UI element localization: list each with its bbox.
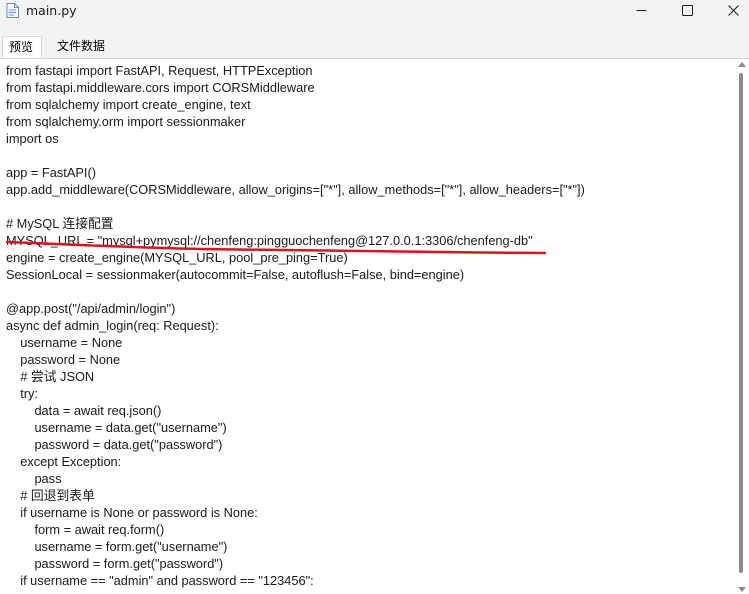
code-line: username = data.get("username") bbox=[6, 420, 227, 435]
tab-bar: 预览 文件数据 bbox=[0, 36, 749, 59]
code-line: username = form.get("username") bbox=[6, 539, 228, 554]
maximize-icon bbox=[681, 4, 693, 16]
code-line: from sqlalchemy import create_engine, te… bbox=[6, 97, 251, 112]
maximize-button[interactable] bbox=[664, 0, 710, 20]
code-line: app = FastAPI() bbox=[6, 165, 96, 180]
notepad-window: main.py 预览 文件数据 from fastapi import Fast… bbox=[0, 0, 749, 594]
code-line: # MySQL 连接配置 bbox=[6, 216, 114, 231]
vertical-scrollbar[interactable] bbox=[734, 59, 749, 594]
scroll-down-arrow-icon[interactable] bbox=[738, 587, 746, 592]
code-line: username = None bbox=[6, 335, 123, 350]
scrollbar-thumb[interactable] bbox=[739, 73, 743, 573]
code-line: import os bbox=[6, 131, 59, 146]
code-line: app.add_middleware(CORSMiddleware, allow… bbox=[6, 182, 585, 197]
code-line: @app.post("/api/admin/login") bbox=[6, 301, 176, 316]
code-line: SessionLocal = sessionmaker(autocommit=F… bbox=[6, 267, 465, 282]
code-viewer[interactable]: from fastapi import FastAPI, Request, HT… bbox=[0, 58, 749, 594]
code-line: engine = create_engine(MYSQL_URL, pool_p… bbox=[6, 250, 348, 265]
minimize-icon bbox=[636, 9, 646, 11]
code-line: from fastapi import FastAPI, Request, HT… bbox=[6, 63, 313, 78]
code-line: # 尝试 JSON bbox=[6, 369, 95, 384]
code-line: data = await req.json() bbox=[6, 403, 162, 418]
code-line: password = form.get("password") bbox=[6, 556, 224, 571]
document-icon bbox=[6, 3, 19, 18]
minimize-button[interactable] bbox=[618, 0, 664, 20]
close-button[interactable] bbox=[710, 0, 749, 20]
window-title: main.py bbox=[26, 3, 77, 18]
code-line: form = await req.form() bbox=[6, 522, 165, 537]
scroll-up-arrow-icon[interactable] bbox=[738, 62, 746, 67]
code-line: # 回退到表单 bbox=[6, 488, 95, 503]
code-line: if username is None or password is None: bbox=[6, 505, 258, 520]
title-bar: main.py bbox=[0, 0, 749, 34]
code-line: try: bbox=[6, 386, 38, 401]
code-line: async def admin_login(req: Request): bbox=[6, 318, 219, 333]
tab-preview[interactable]: 预览 bbox=[2, 36, 42, 59]
code-line: if username == "admin" and password == "… bbox=[6, 573, 314, 588]
code-line: password = None bbox=[6, 352, 121, 367]
tab-file-data[interactable]: 文件数据 bbox=[51, 36, 111, 57]
code-line: password = data.get("password") bbox=[6, 437, 223, 452]
code-line: from sqlalchemy.orm import sessionmaker bbox=[6, 114, 246, 129]
code-line: except Exception: bbox=[6, 454, 122, 469]
code-line: pass bbox=[6, 471, 62, 486]
close-icon bbox=[727, 4, 739, 16]
code-content: from fastapi import FastAPI, Request, HT… bbox=[6, 62, 585, 589]
code-line: MYSQL_URL = "mysql+pymysql://chenfeng:pi… bbox=[6, 233, 533, 248]
code-line: from fastapi.middleware.cors import CORS… bbox=[6, 80, 315, 95]
